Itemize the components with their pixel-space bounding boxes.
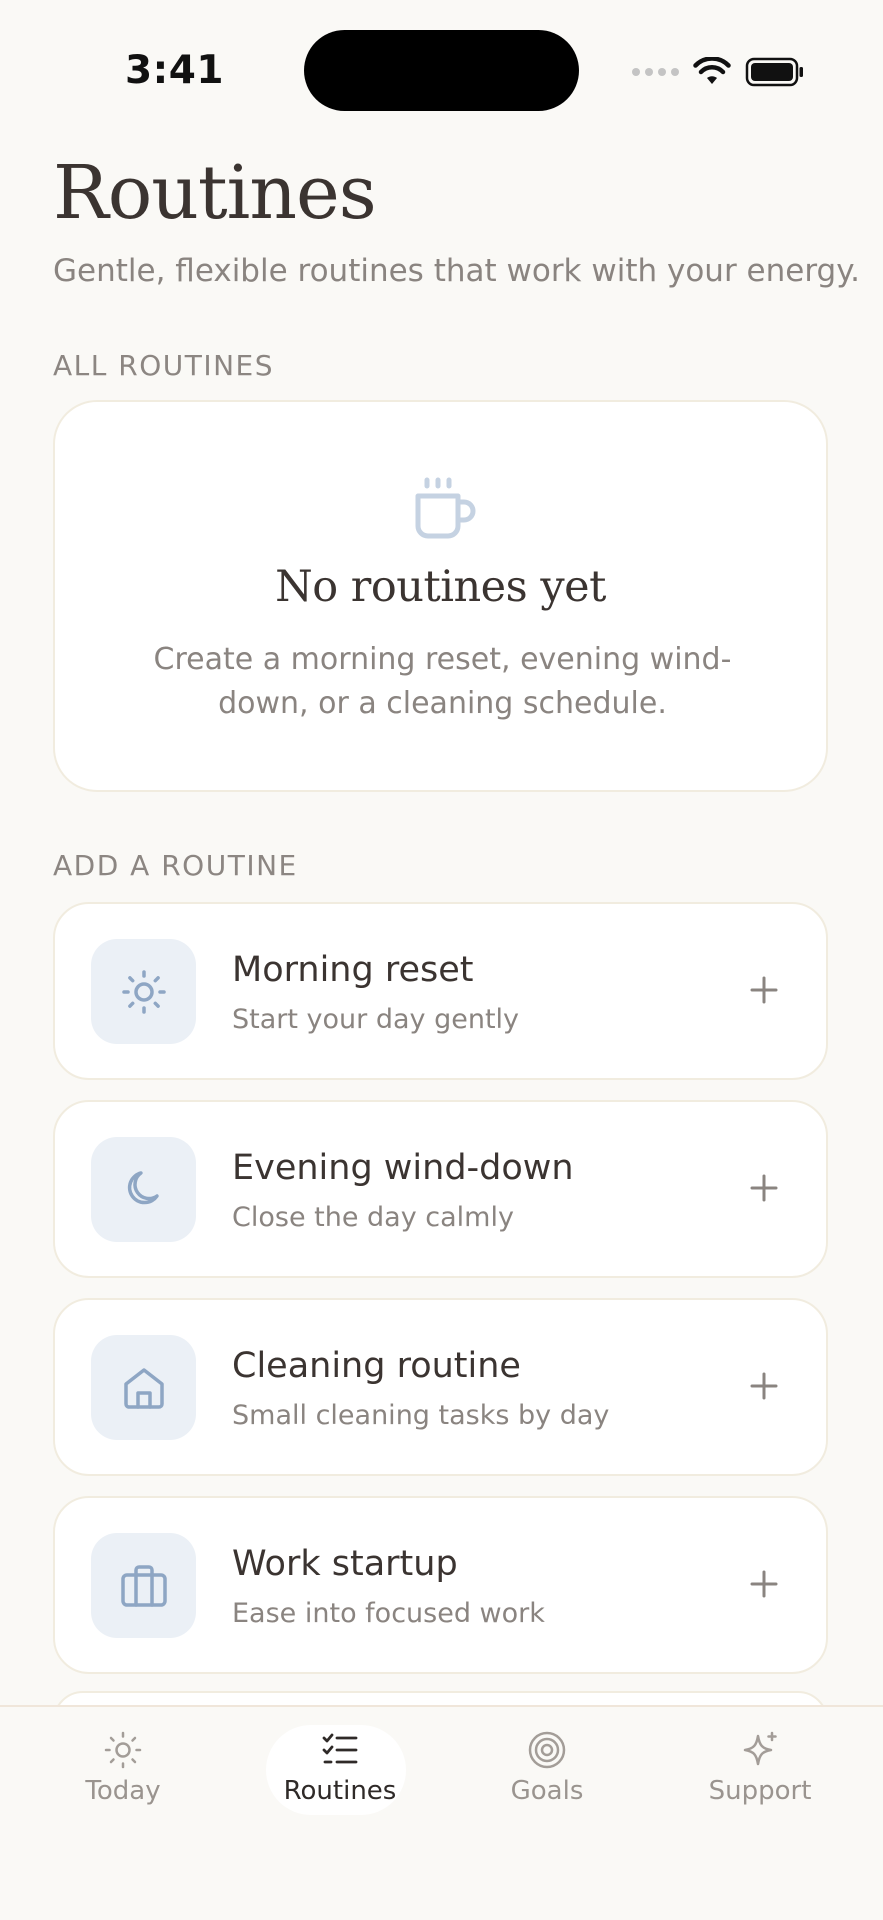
empty-state-card: No routines yet Create a morning reset, … <box>53 400 828 792</box>
plus-icon <box>750 1372 778 1400</box>
routine-template-work-startup[interactable]: Work startup Ease into focused work <box>53 1496 828 1674</box>
cellular-signal-icon <box>632 68 679 76</box>
add-evening-wind-down-button[interactable] <box>738 1162 790 1214</box>
routine-icon-box <box>91 1335 196 1440</box>
routine-template-evening-wind-down[interactable]: Evening wind-down Close the day calmly <box>53 1100 828 1278</box>
add-work-startup-button[interactable] <box>738 1558 790 1610</box>
tab-label: Today <box>85 1776 161 1806</box>
empty-state-title: No routines yet <box>275 562 606 612</box>
routine-template-morning-reset[interactable]: Morning reset Start your day gently <box>53 902 828 1080</box>
plus-icon <box>750 1174 778 1202</box>
dynamic-island <box>304 30 579 111</box>
moon-icon <box>127 1170 159 1204</box>
sun-icon <box>121 969 166 1014</box>
routine-name: Work startup <box>232 1544 458 1584</box>
plus-icon <box>750 1570 778 1598</box>
cup-icon <box>415 477 476 539</box>
routine-template-cleaning[interactable]: Cleaning routine Small cleaning tasks by… <box>53 1298 828 1476</box>
routine-icon-box <box>91 1137 196 1242</box>
routine-icon-box <box>91 939 196 1044</box>
add-cleaning-routine-button[interactable] <box>738 1360 790 1412</box>
routine-name: Morning reset <box>232 950 474 990</box>
page-title: Routines <box>53 150 377 236</box>
routine-description: Small cleaning tasks by day <box>232 1400 610 1431</box>
status-time: 3:41 <box>125 48 225 93</box>
sparkle-icon <box>743 1731 777 1766</box>
sun-icon <box>104 1731 142 1769</box>
all-routines-section-label: ALL ROUTINES <box>53 349 275 382</box>
add-morning-reset-button[interactable] <box>738 964 790 1016</box>
battery-icon <box>745 57 803 87</box>
status-bar: 3:41 <box>0 0 883 140</box>
tab-label: Support <box>708 1776 812 1806</box>
page-subtitle: Gentle, flexible routines that work with… <box>53 253 860 289</box>
tab-label: Routines <box>283 1776 397 1806</box>
routine-icon-box <box>91 1533 196 1638</box>
tab-bar: Today Routines Goals Support <box>0 1705 883 1920</box>
tab-today[interactable]: Today <box>43 1727 203 1817</box>
house-icon <box>123 1367 164 1409</box>
plus-icon <box>750 976 778 1004</box>
status-icons <box>632 52 805 92</box>
empty-state-text: Create a morning reset, evening wind-dow… <box>153 642 732 721</box>
wifi-icon <box>693 57 731 84</box>
routine-description: Start your day gently <box>232 1004 520 1035</box>
checklist-icon <box>322 1733 358 1764</box>
routine-name: Evening wind-down <box>232 1148 574 1188</box>
briefcase-icon <box>120 1564 167 1607</box>
add-routine-section-label: ADD A ROUTINE <box>53 849 298 882</box>
tab-label: Goals <box>510 1776 584 1806</box>
tab-goals[interactable]: Goals <box>467 1727 627 1817</box>
tab-routines[interactable]: Routines <box>260 1725 420 1817</box>
tab-support[interactable]: Support <box>680 1727 840 1817</box>
target-icon <box>528 1731 566 1769</box>
routine-name: Cleaning routine <box>232 1346 521 1386</box>
routine-description: Ease into focused work <box>232 1598 545 1629</box>
routine-description: Close the day calmly <box>232 1202 514 1233</box>
